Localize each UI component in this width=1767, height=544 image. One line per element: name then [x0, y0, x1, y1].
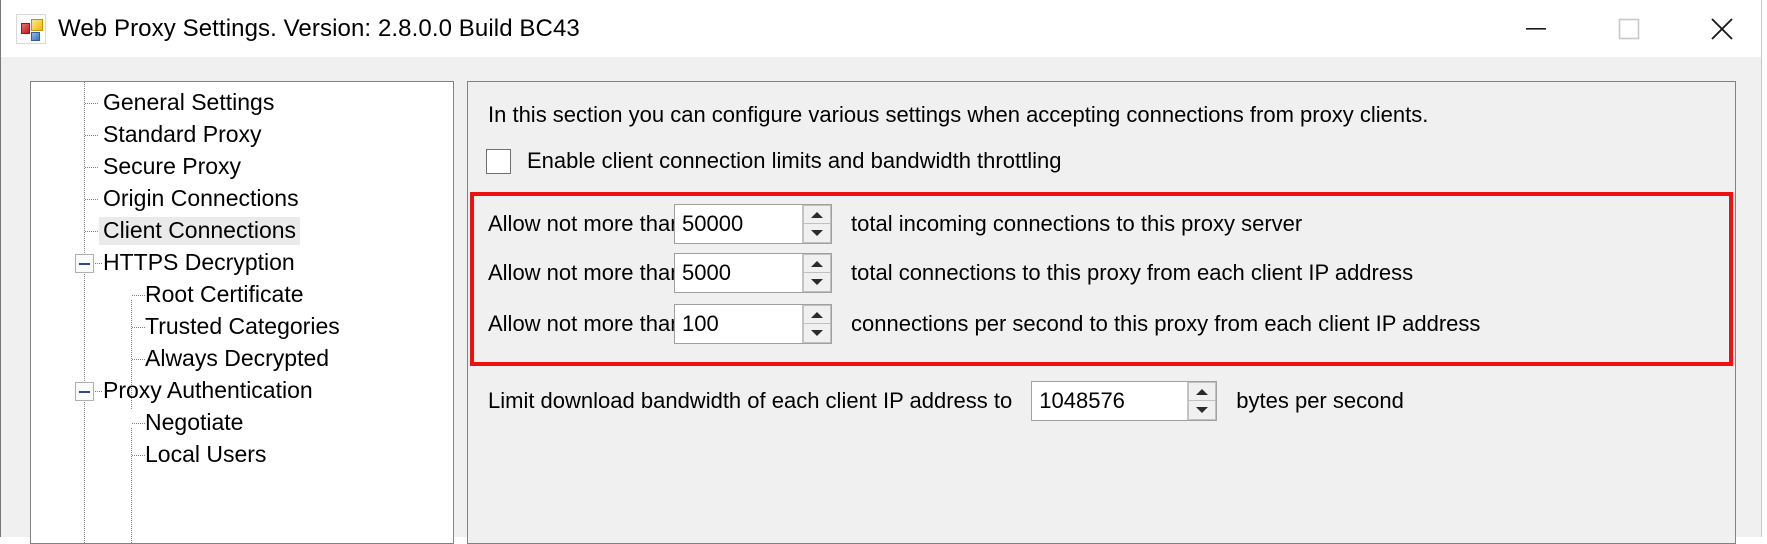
- chevron-down-icon: [1196, 407, 1209, 413]
- spinner-up-button[interactable]: [803, 305, 831, 324]
- tree-item-https-decryption[interactable]: HTTPS Decryption: [31, 247, 453, 279]
- panel-description: In this section you can configure variou…: [488, 102, 1429, 127]
- enable-limits-checkbox[interactable]: [486, 148, 511, 174]
- tree-item-label: Client Connections: [99, 217, 301, 245]
- limit-row-per-client-total: Allow not more than 5000 total connectio…: [488, 252, 1413, 294]
- window-controls: [1489, 0, 1767, 57]
- tree-item-general-settings[interactable]: General Settings: [31, 87, 453, 119]
- tree-item-client-connections[interactable]: Client Connections: [31, 215, 453, 247]
- tree-connector: [85, 103, 99, 104]
- tree-item-secure-proxy[interactable]: Secure Proxy: [31, 151, 453, 183]
- spinner-down-button[interactable]: [1188, 401, 1217, 420]
- bandwidth-label: Limit download bandwidth of each client …: [488, 388, 1013, 413]
- spinner-down-button[interactable]: [803, 273, 831, 292]
- settings-tree: General Settings Standard Proxy Secure P…: [31, 82, 453, 543]
- tree-item-label: Local Users: [145, 441, 267, 467]
- chevron-up-icon: [811, 260, 823, 267]
- limit-row-total-incoming: Allow not more than 50000 total incoming…: [488, 203, 1302, 245]
- tree-connector: [85, 231, 99, 232]
- window-body: General Settings Standard Proxy Secure P…: [1, 57, 1767, 544]
- tree-connector: [85, 135, 99, 136]
- close-button[interactable]: [1675, 0, 1767, 57]
- limit-label: Allow not more than: [488, 311, 683, 336]
- tree-item-label: Origin Connections: [103, 185, 299, 211]
- spinner-down-button[interactable]: [803, 324, 831, 343]
- tree-collapse-minus-icon[interactable]: [75, 381, 94, 401]
- bandwidth-limit-row: Limit download bandwidth of each client …: [488, 380, 1404, 422]
- download-bandwidth-spinner[interactable]: 1048576: [1031, 381, 1218, 421]
- proxy-app-icon: [16, 13, 46, 44]
- tree-item-label: Root Certificate: [145, 281, 304, 307]
- spinner-buttons: [1187, 382, 1217, 420]
- maximize-icon: [1618, 18, 1639, 39]
- tree-item-proxy-authentication[interactable]: Proxy Authentication: [31, 375, 453, 407]
- chevron-down-icon: [811, 230, 823, 236]
- tree-item-label: Proxy Authentication: [103, 377, 313, 403]
- limit-suffix: total incoming connections to this proxy…: [851, 211, 1303, 236]
- spinner-buttons: [802, 205, 831, 243]
- tree-item-label: Trusted Categories: [145, 313, 340, 339]
- close-icon: [1710, 17, 1733, 40]
- tree-item-root-certificate[interactable]: Root Certificate: [31, 279, 453, 311]
- client-connections-panel: In this section you can configure variou…: [467, 81, 1736, 544]
- tree-connector: [85, 167, 99, 168]
- limit-suffix: total connections to this proxy from eac…: [851, 260, 1414, 285]
- tree-item-label: Negotiate: [145, 409, 244, 435]
- connections-per-second-spinner[interactable]: 100: [674, 304, 832, 344]
- tree-item-trusted-categories[interactable]: Trusted Categories: [31, 311, 453, 343]
- settings-tree-panel[interactable]: General Settings Standard Proxy Secure P…: [30, 81, 454, 544]
- limit-label: Allow not more than: [488, 260, 683, 285]
- enable-limits-label: Enable client connection limits and band…: [527, 148, 1062, 173]
- spinner-up-button[interactable]: [803, 205, 831, 224]
- app-window: Web Proxy Settings. Version: 2.8.0.0 Bui…: [0, 0, 1767, 544]
- tree-item-standard-proxy[interactable]: Standard Proxy: [31, 119, 453, 151]
- limit-row-connections-per-second: Allow not more than 100 connections per …: [488, 303, 1480, 345]
- tree-collapse-minus-icon[interactable]: [75, 253, 94, 273]
- tree-item-local-users[interactable]: Local Users: [31, 439, 453, 471]
- window-title: Web Proxy Settings. Version: 2.8.0.0 Bui…: [58, 14, 580, 42]
- limit-suffix: connections per second to this proxy fro…: [851, 311, 1481, 336]
- chevron-up-icon: [811, 311, 823, 318]
- minimize-button[interactable]: [1489, 0, 1582, 57]
- bandwidth-suffix: bytes per second: [1236, 388, 1404, 413]
- chevron-down-icon: [811, 279, 823, 285]
- tree-connector: [85, 199, 99, 200]
- tree-item-always-decrypted[interactable]: Always Decrypted: [31, 343, 453, 375]
- enable-limits-checkbox-row[interactable]: Enable client connection limits and band…: [486, 148, 1061, 174]
- spinner-up-button[interactable]: [803, 254, 831, 273]
- title-bar: Web Proxy Settings. Version: 2.8.0.0 Bui…: [1, 0, 1767, 57]
- spinner-buttons: [802, 254, 831, 292]
- minimize-icon: [1525, 27, 1546, 30]
- spinner-down-button[interactable]: [803, 224, 831, 243]
- limit-label: Allow not more than: [488, 211, 683, 236]
- tree-item-origin-connections[interactable]: Origin Connections: [31, 183, 453, 215]
- tree-item-label: General Settings: [103, 89, 275, 115]
- maximize-button[interactable]: [1582, 0, 1675, 57]
- screenshot-edge: [1761, 0, 1767, 537]
- chevron-up-icon: [1196, 388, 1209, 395]
- tree-item-label: Always Decrypted: [145, 345, 330, 371]
- per-client-connections-spinner[interactable]: 5000: [674, 253, 832, 293]
- chevron-up-icon: [811, 211, 823, 218]
- spinner-up-button[interactable]: [1188, 382, 1217, 401]
- spinner-buttons: [802, 305, 831, 343]
- tree-item-label: HTTPS Decryption: [103, 249, 295, 275]
- tree-item-label: Secure Proxy: [103, 153, 242, 179]
- chevron-down-icon: [811, 330, 823, 336]
- total-incoming-connections-spinner[interactable]: 50000: [674, 204, 832, 244]
- tree-item-negotiate[interactable]: Negotiate: [31, 407, 453, 439]
- tree-item-label: Standard Proxy: [103, 121, 262, 147]
